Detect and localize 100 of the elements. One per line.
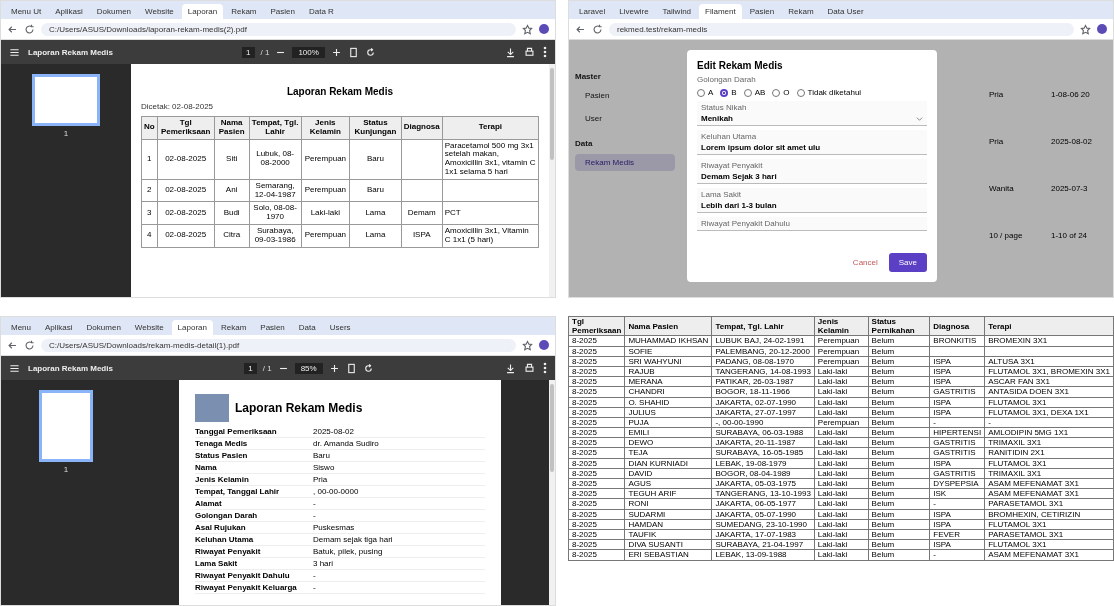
address-bar[interactable]: C:/Users/ASUS/Downloads/laporan-rekam-medis(2).pdf bbox=[41, 22, 516, 36]
table-cell: Belum bbox=[868, 437, 930, 448]
reload-icon[interactable] bbox=[592, 23, 603, 35]
profile-avatar[interactable] bbox=[539, 24, 549, 34]
table-cell: 8-2025 bbox=[568, 519, 625, 530]
browser-tab[interactable]: Laporan bbox=[171, 320, 213, 335]
page-number-field[interactable]: 1 bbox=[242, 46, 255, 58]
browser-tab[interactable]: Livewire bbox=[613, 4, 655, 19]
table-cell: Laki-laki bbox=[814, 437, 869, 448]
sidebar-item[interactable]: Pasien bbox=[575, 87, 675, 104]
print-icon[interactable] bbox=[524, 46, 535, 58]
input-field[interactable]: Riwayat Penyakit Demam Sejak 3 hari bbox=[697, 159, 927, 184]
fit-page-icon[interactable] bbox=[345, 362, 357, 374]
browser-tab[interactable]: Website bbox=[128, 320, 170, 335]
table-cell: 02-08-2025 bbox=[157, 139, 215, 180]
table-cell: ASAM MEFENAMAT 3X1 bbox=[984, 549, 1114, 560]
zoom-field[interactable]: 85% bbox=[294, 362, 323, 374]
scrollbar-thumb[interactable] bbox=[550, 68, 554, 160]
table-cell-text: Pria bbox=[989, 90, 1005, 99]
column-header: Terapi bbox=[984, 316, 1114, 336]
table-cell: JAKARTA, 17-07-1983 bbox=[711, 529, 815, 540]
star-icon[interactable] bbox=[522, 339, 533, 351]
browser-tab[interactable]: Data bbox=[292, 320, 322, 335]
browser-tab[interactable]: Pasien bbox=[743, 4, 781, 19]
radio-option[interactable]: A bbox=[697, 88, 714, 97]
browser-tab[interactable]: Pasien bbox=[254, 320, 291, 335]
browser-tab[interactable]: Laporan bbox=[181, 4, 224, 19]
table-cell: Belum bbox=[868, 468, 930, 479]
save-button[interactable]: Save bbox=[888, 253, 927, 272]
back-icon[interactable] bbox=[7, 23, 18, 35]
table-cell: Laki-laki bbox=[814, 376, 869, 387]
browser-tab[interactable]: Data R bbox=[303, 4, 340, 19]
table-cell: Laki-laki bbox=[814, 539, 869, 550]
zoom-in-icon[interactable] bbox=[330, 46, 342, 58]
menu-icon[interactable] bbox=[9, 362, 20, 374]
browser-tab[interactable]: Aplikasi bbox=[49, 4, 89, 19]
browser-tab[interactable]: Dokumen bbox=[80, 320, 127, 335]
column-header: Tempat, Tgl. Lahir bbox=[249, 116, 302, 140]
zoom-in-icon[interactable] bbox=[328, 362, 340, 374]
table-cell: 8-2025 bbox=[568, 447, 625, 459]
back-icon[interactable] bbox=[7, 339, 18, 351]
browser-tab[interactable]: Menu bbox=[5, 320, 37, 335]
reload-icon[interactable] bbox=[24, 23, 35, 35]
radio-option[interactable]: Tidak diketahui bbox=[796, 88, 862, 97]
sidebar-item[interactable]: User bbox=[575, 110, 675, 127]
browser-tab[interactable]: Dokumen bbox=[90, 4, 138, 19]
more-icon[interactable] bbox=[543, 362, 547, 374]
browser-tab[interactable]: Aplikasi bbox=[39, 320, 79, 335]
print-date: Dicetak: 02-08-2025 bbox=[141, 102, 215, 111]
fit-page-icon[interactable] bbox=[347, 46, 359, 58]
table-cell: JAKARTA, 02-07-1990 bbox=[711, 397, 815, 408]
address-bar[interactable]: C:/Users/ASUS/Downloads/rekam-medis-detail(1).pdf bbox=[41, 338, 516, 352]
input-field[interactable]: Lama Sakit Lebih dari 1-3 bulan bbox=[697, 188, 927, 213]
sidebar-item[interactable]: Rekam Medis bbox=[575, 154, 675, 171]
page-thumbnail[interactable] bbox=[32, 74, 100, 126]
radio-option[interactable]: AB bbox=[743, 88, 766, 97]
table-cell: PUJA bbox=[624, 417, 712, 428]
select-field[interactable]: Status Nikah Menikah bbox=[697, 101, 927, 126]
print-icon[interactable] bbox=[524, 362, 535, 374]
profile-avatar[interactable] bbox=[1097, 24, 1107, 34]
table-cell: - bbox=[929, 417, 985, 428]
zoom-field[interactable]: 100% bbox=[292, 46, 325, 58]
page-thumbnail[interactable] bbox=[39, 390, 93, 462]
browser-tab[interactable]: Filament bbox=[699, 4, 742, 19]
browser-tab[interactable]: Data User bbox=[821, 4, 870, 19]
scrollbar-thumb[interactable] bbox=[550, 384, 554, 473]
rotate-icon[interactable] bbox=[364, 46, 376, 58]
detail-label: Tempat, Tanggal Lahir bbox=[195, 487, 281, 496]
table-cell: Belum bbox=[868, 346, 930, 357]
more-icon[interactable] bbox=[543, 46, 547, 58]
browser-tab[interactable]: Rekam bbox=[214, 320, 253, 335]
browser-tab[interactable]: Users bbox=[323, 320, 357, 335]
input-field[interactable]: Riwayat Penyakit Dahulu bbox=[697, 217, 927, 231]
reload-icon[interactable] bbox=[24, 339, 35, 351]
browser-tab[interactable]: Tailwind bbox=[656, 4, 698, 19]
back-icon[interactable] bbox=[575, 23, 586, 35]
star-icon[interactable] bbox=[522, 23, 533, 35]
cancel-button[interactable]: Cancel bbox=[849, 255, 881, 270]
input-field[interactable]: Keluhan Utama Lorem ipsum dolor sit amet ulu bbox=[697, 130, 927, 155]
rotate-icon[interactable] bbox=[362, 362, 374, 374]
browser-tab[interactable]: Rekam bbox=[225, 4, 263, 19]
browser-tab[interactable]: Website bbox=[139, 4, 180, 19]
browser-tab[interactable]: Laravel bbox=[573, 4, 612, 19]
table-cell: - bbox=[929, 498, 985, 510]
browser-tab[interactable]: Pasien bbox=[264, 4, 301, 19]
table-cell: 8-2025 bbox=[568, 478, 625, 489]
address-bar[interactable]: rekmed.test/rekam-medis bbox=[609, 22, 1074, 36]
star-icon[interactable] bbox=[1080, 23, 1091, 35]
page-number-field[interactable]: 1 bbox=[244, 362, 257, 374]
menu-icon[interactable] bbox=[9, 46, 20, 58]
browser-tab[interactable]: Menu Ut bbox=[5, 4, 48, 19]
browser-tab[interactable]: Rekam bbox=[782, 4, 820, 19]
download-icon[interactable] bbox=[505, 46, 516, 58]
thumbnail-page-number: 1 bbox=[63, 465, 69, 474]
table-cell: AMLODIPIN 5MG 1X1 bbox=[984, 427, 1114, 438]
table-cell: TRIMAXIL 3X1 bbox=[984, 437, 1114, 448]
download-icon[interactable] bbox=[505, 362, 516, 374]
table-cell: DEWO bbox=[624, 437, 712, 448]
table-cell: Laki-laki bbox=[814, 397, 869, 408]
profile-avatar[interactable] bbox=[539, 340, 549, 350]
